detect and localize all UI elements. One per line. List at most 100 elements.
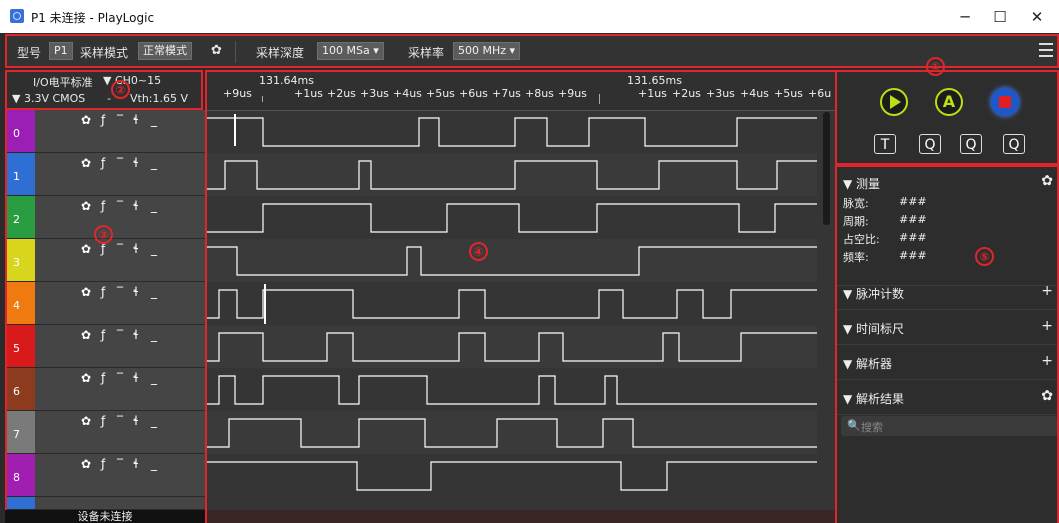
- pulse-count-section[interactable]: ▼ 脉冲计数 +: [837, 275, 1057, 310]
- high-level-icon[interactable]: ‾: [117, 328, 123, 342]
- text-tool-icon[interactable]: T: [874, 134, 896, 154]
- channel-row[interactable]: 6 ✿ ƒ ‾ ɬ _: [7, 368, 205, 411]
- low-level-icon[interactable]: _: [151, 285, 157, 299]
- decoder-section[interactable]: ▼ 解析器 +: [837, 345, 1057, 380]
- high-level-icon[interactable]: ‾: [117, 414, 123, 428]
- waveform-area[interactable]: 131.64ms 131.65ms +9us +1us +2us +3us +4…: [205, 70, 837, 523]
- channel-number: 5: [13, 342, 20, 355]
- rising-edge-icon[interactable]: ƒ: [101, 199, 105, 213]
- rising-edge-icon[interactable]: ƒ: [101, 242, 105, 256]
- auto-button[interactable]: A: [935, 88, 963, 116]
- toolbar-settings-icon[interactable]: ✿: [211, 43, 222, 58]
- maximize-button[interactable]: ☐: [985, 6, 1015, 28]
- decode-result-section[interactable]: ▼ 解析结果 ✿: [837, 380, 1057, 415]
- menu-icon[interactable]: [1039, 43, 1053, 61]
- high-level-icon[interactable]: ‾: [117, 371, 123, 385]
- channel-settings-icon[interactable]: ✿: [81, 199, 91, 213]
- rising-edge-icon[interactable]: ƒ: [101, 414, 105, 428]
- low-level-icon[interactable]: _: [151, 371, 157, 385]
- falling-edge-icon[interactable]: ɬ: [133, 328, 139, 342]
- falling-edge-icon[interactable]: ɬ: [133, 414, 139, 428]
- ruler-tick: [262, 96, 263, 102]
- zoom-in-icon[interactable]: Q: [1003, 134, 1025, 154]
- channel-settings-icon[interactable]: ✿: [81, 371, 91, 385]
- falling-edge-icon[interactable]: ɬ: [133, 242, 139, 256]
- low-level-icon[interactable]: _: [151, 113, 157, 127]
- high-level-icon[interactable]: ‾: [117, 285, 123, 299]
- falling-edge-icon[interactable]: ɬ: [133, 457, 139, 471]
- measure-header[interactable]: ▼ 测量: [843, 175, 880, 192]
- zoom-out-icon[interactable]: Q: [960, 134, 982, 154]
- decode-result-settings-icon[interactable]: ✿: [1041, 388, 1053, 404]
- channel-settings-icon[interactable]: ✿: [81, 113, 91, 127]
- vertical-scrollbar[interactable]: [823, 112, 830, 225]
- measure-settings-icon[interactable]: ✿: [1041, 173, 1053, 189]
- callout-3: ③: [94, 225, 113, 244]
- channel-trigger-icons: ✿ ƒ ‾ ɬ _: [81, 285, 171, 301]
- time-ruler-add-icon[interactable]: +: [1041, 318, 1053, 334]
- falling-edge-icon[interactable]: ɬ: [133, 113, 139, 127]
- falling-edge-icon[interactable]: ɬ: [133, 199, 139, 213]
- channel-settings-icon[interactable]: ✿: [81, 457, 91, 471]
- channel-row[interactable]: 4 ✿ ƒ ‾ ɬ _: [7, 282, 205, 325]
- zoom-fit-icon[interactable]: Q: [919, 134, 941, 154]
- low-level-icon[interactable]: _: [151, 199, 157, 213]
- close-button[interactable]: ✕: [1022, 6, 1052, 28]
- model-select[interactable]: P1: [49, 42, 73, 60]
- rising-edge-icon[interactable]: ƒ: [101, 328, 105, 342]
- high-level-icon[interactable]: ‾: [117, 242, 123, 256]
- falling-edge-icon[interactable]: ɬ: [133, 156, 139, 170]
- rising-edge-icon[interactable]: ƒ: [101, 285, 105, 299]
- high-level-icon[interactable]: ‾: [117, 199, 123, 213]
- falling-edge-icon[interactable]: ɬ: [133, 285, 139, 299]
- decode-result-header[interactable]: ▼ 解析结果: [843, 390, 904, 407]
- channel-trigger-icons: ✿ ƒ ‾ ɬ _: [81, 414, 171, 430]
- time-ruler-section[interactable]: ▼ 时间标尺 +: [837, 310, 1057, 345]
- search-field[interactable]: 🔍 搜索: [841, 416, 1057, 436]
- sample-rate-select[interactable]: 500 MHz ▾: [453, 42, 521, 60]
- channel-settings-icon[interactable]: ✿: [81, 414, 91, 428]
- rising-edge-icon[interactable]: ƒ: [101, 113, 105, 127]
- channel-settings-icon[interactable]: ✿: [81, 156, 91, 170]
- stop-button[interactable]: [991, 88, 1019, 116]
- low-level-icon[interactable]: _: [151, 457, 157, 471]
- pulse-count-header[interactable]: ▼ 脉冲计数: [843, 285, 904, 302]
- waveform-ch5: [207, 332, 817, 362]
- channel-row[interactable]: 8 ✿ ƒ ‾ ɬ _: [7, 454, 205, 497]
- channel-row[interactable]: 1 ✿ ƒ ‾ ɬ _: [7, 153, 205, 196]
- decoder-add-icon[interactable]: +: [1041, 353, 1053, 369]
- high-level-icon[interactable]: ‾: [117, 113, 123, 127]
- channel-settings-icon[interactable]: ✿: [81, 328, 91, 342]
- sampling-mode-select[interactable]: 正常模式: [138, 42, 192, 60]
- time-ruler[interactable]: 131.64ms 131.65ms +9us +1us +2us +3us +4…: [207, 72, 835, 111]
- time-ruler-header[interactable]: ▼ 时间标尺: [843, 320, 904, 337]
- low-level-icon[interactable]: _: [151, 328, 157, 342]
- falling-edge-icon[interactable]: ɬ: [133, 371, 139, 385]
- waveform-ch2: [207, 203, 817, 233]
- decoder-header[interactable]: ▼ 解析器: [843, 355, 892, 372]
- channel-settings-icon[interactable]: ✿: [81, 242, 91, 256]
- search-input[interactable]: 搜索: [861, 419, 883, 435]
- tick-label: +2us: [327, 87, 356, 100]
- high-level-icon[interactable]: ‾: [117, 156, 123, 170]
- tick-label: +7us: [492, 87, 521, 100]
- channel-color-swatch: 6: [7, 368, 35, 410]
- pulse-count-add-icon[interactable]: +: [1041, 283, 1053, 299]
- sampling-depth-select[interactable]: 100 MSa ▾: [317, 42, 384, 60]
- channel-row[interactable]: 0 ✿ ƒ ‾ ɬ _: [7, 110, 205, 153]
- rising-edge-icon[interactable]: ƒ: [101, 156, 105, 170]
- channel-row[interactable]: 3 ✿ ƒ ‾ ɬ _: [7, 239, 205, 282]
- channel-row[interactable]: 5 ✿ ƒ ‾ ɬ _: [7, 325, 205, 368]
- low-level-icon[interactable]: _: [151, 242, 157, 256]
- minimize-button[interactable]: ─: [950, 6, 980, 28]
- low-level-icon[interactable]: _: [151, 156, 157, 170]
- high-level-icon[interactable]: ‾: [117, 457, 123, 471]
- channel-settings-icon[interactable]: ✿: [81, 285, 91, 299]
- run-button[interactable]: [880, 88, 908, 116]
- vth-value[interactable]: Vth:1.65 V: [130, 92, 188, 105]
- low-level-icon[interactable]: _: [151, 414, 157, 428]
- rising-edge-icon[interactable]: ƒ: [101, 457, 105, 471]
- channel-row[interactable]: 7 ✿ ƒ ‾ ɬ _: [7, 411, 205, 454]
- rising-edge-icon[interactable]: ƒ: [101, 371, 105, 385]
- voltage-standard-select[interactable]: ▼ 3.3V CMOS: [12, 92, 85, 105]
